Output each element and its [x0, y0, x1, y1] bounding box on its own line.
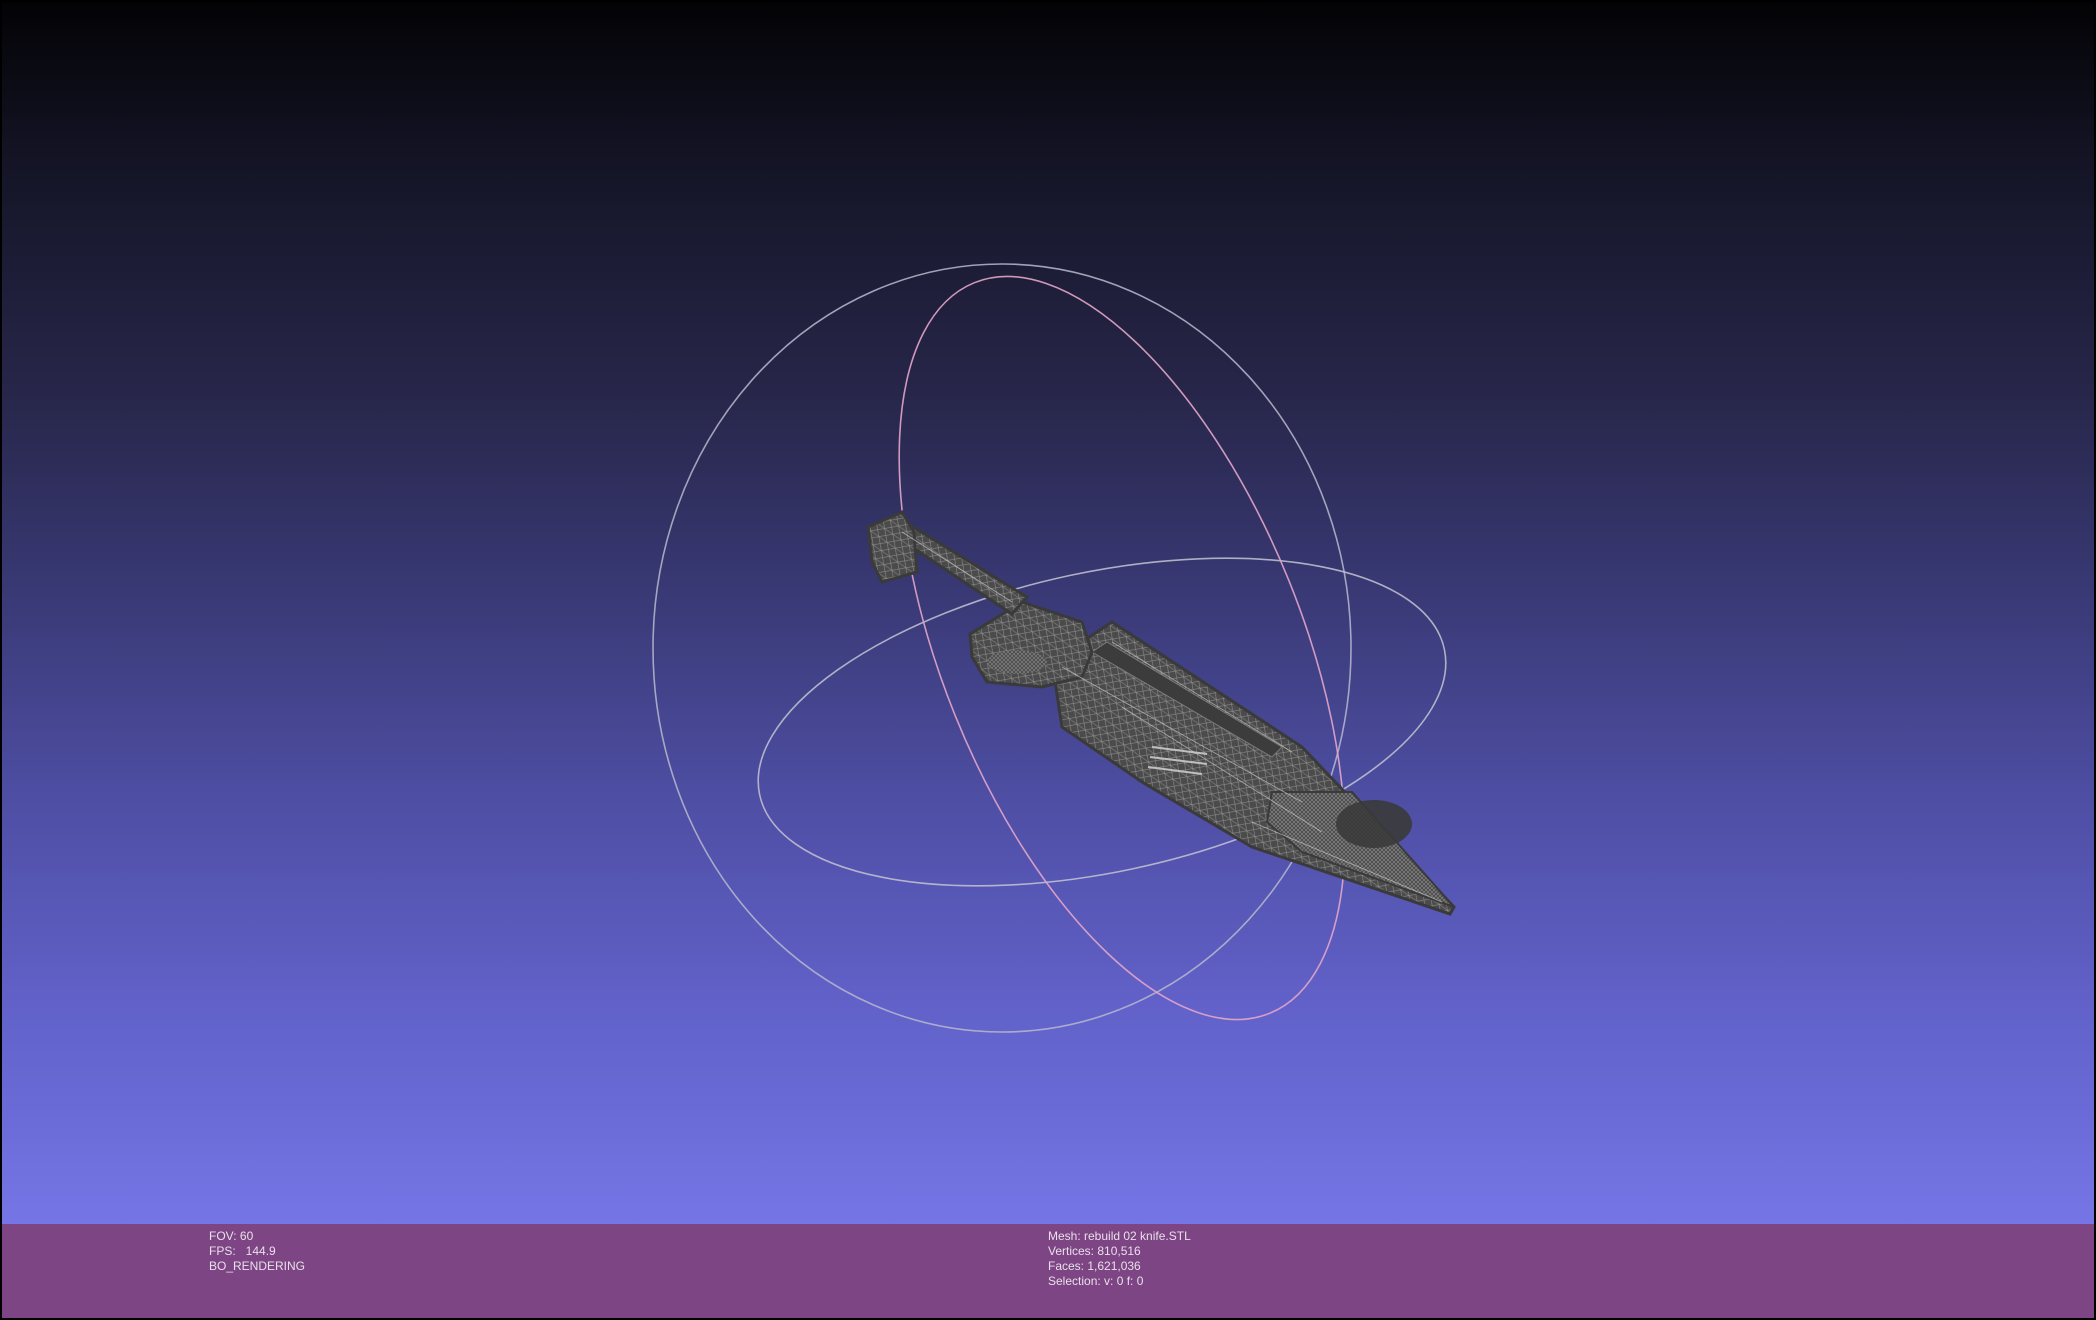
knife-guard [968, 600, 1094, 689]
mesh-info: Mesh: rebuild 02 knife.STL Vertices: 810… [1048, 1229, 1191, 1289]
3d-viewport[interactable] [2, 2, 2094, 1224]
knife-guard-dense [987, 650, 1047, 674]
face-count: Faces: 1,621,036 [1048, 1259, 1141, 1273]
render-mode: BO_RENDERING [209, 1259, 306, 1273]
fps-readout: FPS: 144.9 [209, 1244, 276, 1258]
status-info-bar: FOV: 60 FPS: 144.9 BO_RENDERING Mesh: re… [2, 1224, 2094, 1318]
knife-mesh-icon[interactable] [866, 510, 1456, 916]
knife-tip-cluster [1336, 800, 1412, 848]
render-info: FOV: 60 FPS: 144.9 BO_RENDERING [209, 1229, 305, 1274]
vertex-count: Vertices: 810,516 [1048, 1244, 1141, 1258]
meshlab-viewer-window: FOV: 60 FPS: 144.9 BO_RENDERING Mesh: re… [0, 0, 2096, 1320]
selection-info: Selection: v: 0 f: 0 [1048, 1274, 1144, 1288]
fov-readout: FOV: 60 [209, 1229, 254, 1243]
knife-pommel [866, 510, 919, 584]
mesh-name: Mesh: rebuild 02 knife.STL [1048, 1229, 1191, 1243]
scene-canvas[interactable] [2, 2, 2094, 1224]
